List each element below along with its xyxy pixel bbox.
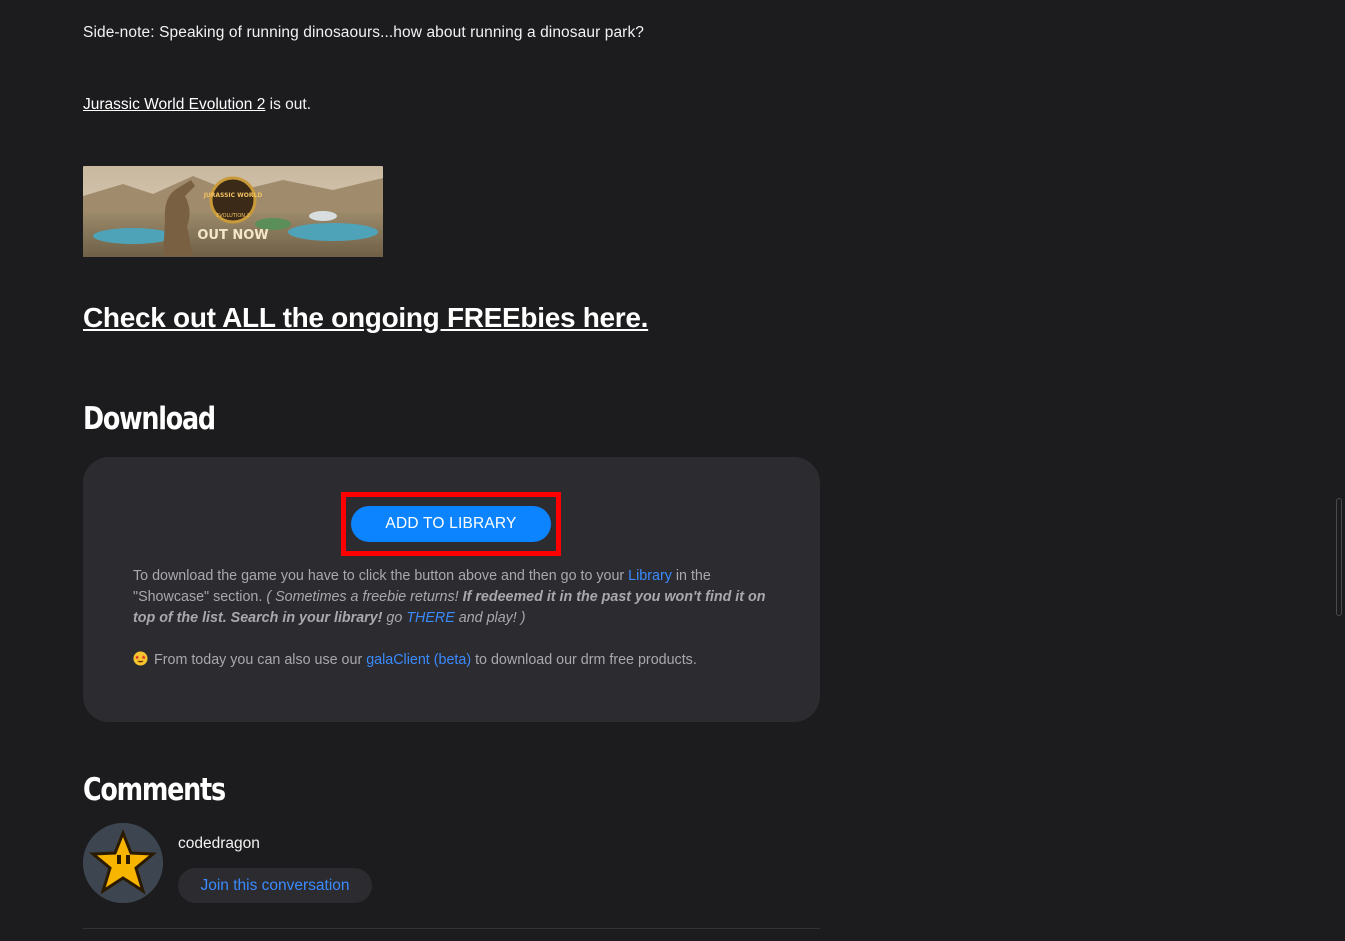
- client-text-1: From today you can also use our: [154, 652, 367, 668]
- star-avatar-icon: [83, 823, 163, 903]
- instr-italic-3: and play! ): [454, 610, 526, 626]
- instr-italic-1: ( Sometimes a freebie returns!: [266, 589, 463, 605]
- library-link[interactable]: Library: [628, 568, 672, 584]
- galaclient-note: From today you can also use our galaClie…: [133, 650, 773, 671]
- sidenote-text: Side-note: Speaking of running dinosaour…: [83, 24, 645, 41]
- comment-username: codedragon: [178, 835, 260, 852]
- galaclient-link[interactable]: galaClient (beta): [366, 652, 471, 668]
- star-struck-emoji-icon: [133, 651, 148, 666]
- instr-text-1: To download the game you have to click t…: [133, 568, 629, 584]
- page-scrollbar[interactable]: [1336, 498, 1342, 616]
- jurassic-world-link[interactable]: Jurassic World Evolution 2: [83, 96, 265, 113]
- download-instructions: To download the game you have to click t…: [133, 566, 773, 629]
- comments-divider: [83, 928, 820, 929]
- freebies-link[interactable]: Check out ALL the ongoing FREEbies here.: [83, 302, 648, 334]
- avatar[interactable]: [83, 823, 163, 903]
- jurassic-world-banner[interactable]: JURASSIC WORLD EVOLUTION 2 OUT NOW: [83, 166, 383, 257]
- instr-italic-2: go: [382, 610, 407, 626]
- client-text-2: to download our drm free products.: [471, 652, 697, 668]
- add-to-library-button[interactable]: ADD TO LIBRARY: [351, 506, 551, 542]
- banner-outnow-text: OUT NOW: [197, 228, 268, 243]
- banner-sub-text: EVOLUTION 2: [216, 213, 250, 219]
- join-conversation-button[interactable]: Join this conversation: [178, 868, 372, 903]
- download-heading: Download: [83, 401, 216, 437]
- jurassic-world-suffix: is out.: [265, 96, 312, 113]
- there-link[interactable]: THERE: [406, 610, 454, 626]
- jurassic-world-line: Jurassic World Evolution 2 is out.: [83, 96, 311, 114]
- comments-heading: Comments: [83, 772, 226, 808]
- banner-logo-text: JURASSIC WORLD: [203, 192, 263, 199]
